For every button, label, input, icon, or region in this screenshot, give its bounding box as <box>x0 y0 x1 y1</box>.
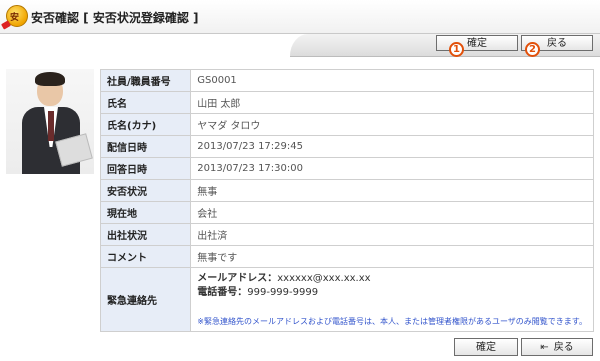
app-icon-text: 安 <box>10 13 20 23</box>
page-title: 安否確認 [ 安否状況登録確認 ] <box>31 11 199 25</box>
field-label-name-kana: 氏名(カナ) <box>99 113 192 136</box>
contact-phone-value: 999-999-9999 <box>247 287 319 298</box>
contact-email-key: メールアドレス： <box>197 273 278 284</box>
contact-phone-line: 電話番号：999-999-9999 <box>197 286 587 300</box>
field-label-employee-id: 社員/職員番号 <box>99 69 192 92</box>
field-value-name-kana: ヤマダ タロウ <box>190 113 594 136</box>
table-row: 氏名 山田 太郎 <box>99 91 594 114</box>
table-row: 配信日時 2013/07/23 17:29:45 <box>99 135 594 158</box>
safety-app-icon: 安 <box>6 5 28 27</box>
field-value-answered-at: 2013/07/23 17:30:00 <box>190 157 594 180</box>
field-label-attendance: 出社状況 <box>99 223 192 246</box>
photo-tie <box>48 111 54 141</box>
table-row: 社員/職員番号 GS0001 <box>99 69 594 92</box>
table-row: コメント 無事です <box>99 245 594 268</box>
contact-phone-key: 電話番号： <box>197 287 248 298</box>
back-button-bottom[interactable]: ⇤ 戻る <box>521 338 593 356</box>
confirm-button-bottom[interactable]: 確定 <box>454 338 518 356</box>
field-label-safety-status: 安否状況 <box>99 179 192 202</box>
table-row: 現在地 会社 <box>99 201 594 224</box>
back-button-bottom-label: 戻る <box>553 342 574 353</box>
annotation-marker-1: 1 <box>449 42 464 57</box>
field-value-safety-status: 無事 <box>190 179 594 202</box>
page-header: 安 安否確認 [ 安否状況登録確認 ] <box>0 0 600 34</box>
field-value-sent-at: 2013/07/23 17:29:45 <box>190 135 594 158</box>
field-label-name: 氏名 <box>99 91 192 114</box>
contact-privacy-note: ※緊急連絡先のメールアドレスおよび電話番号は、本人、または管理者権限があるユーザ… <box>197 317 587 326</box>
field-label-comment: コメント <box>99 245 192 268</box>
contact-email-value: xxxxxx@xxx.xx.xx <box>277 273 371 284</box>
employee-photo <box>6 69 94 174</box>
field-value-location: 会社 <box>190 201 594 224</box>
field-label-answered-at: 回答日時 <box>99 157 192 180</box>
field-label-sent-at: 配信日時 <box>99 135 192 158</box>
contact-email-line: メールアドレス：xxxxxx@xxx.xx.xx <box>197 272 587 286</box>
table-row: 安否状況 無事 <box>99 179 594 202</box>
field-value-emergency-contact: メールアドレス：xxxxxx@xxx.xx.xx 電話番号：999-999-99… <box>190 267 594 332</box>
table-row: 氏名(カナ) ヤマダ タロウ <box>99 113 594 136</box>
field-label-emergency-contact: 緊急連絡先 <box>99 267 192 332</box>
annotation-marker-2: 2 <box>525 42 540 57</box>
field-value-employee-id: GS0001 <box>190 69 594 92</box>
photo-hair <box>35 72 65 86</box>
field-value-name: 山田 太郎 <box>190 91 594 114</box>
field-label-location: 現在地 <box>99 201 192 224</box>
field-value-comment: 無事です <box>190 245 594 268</box>
field-value-attendance: 出社済 <box>190 223 594 246</box>
back-arrow-icon: ⇤ <box>540 342 549 353</box>
table-row: 出社状況 出社済 <box>99 223 594 246</box>
table-row: 緊急連絡先 メールアドレス：xxxxxx@xxx.xx.xx 電話番号：999-… <box>99 267 594 332</box>
safety-status-table: 社員/職員番号 GS0001 氏名 山田 太郎 氏名(カナ) ヤマダ タロウ 配… <box>99 69 594 332</box>
table-row: 回答日時 2013/07/23 17:30:00 <box>99 157 594 180</box>
